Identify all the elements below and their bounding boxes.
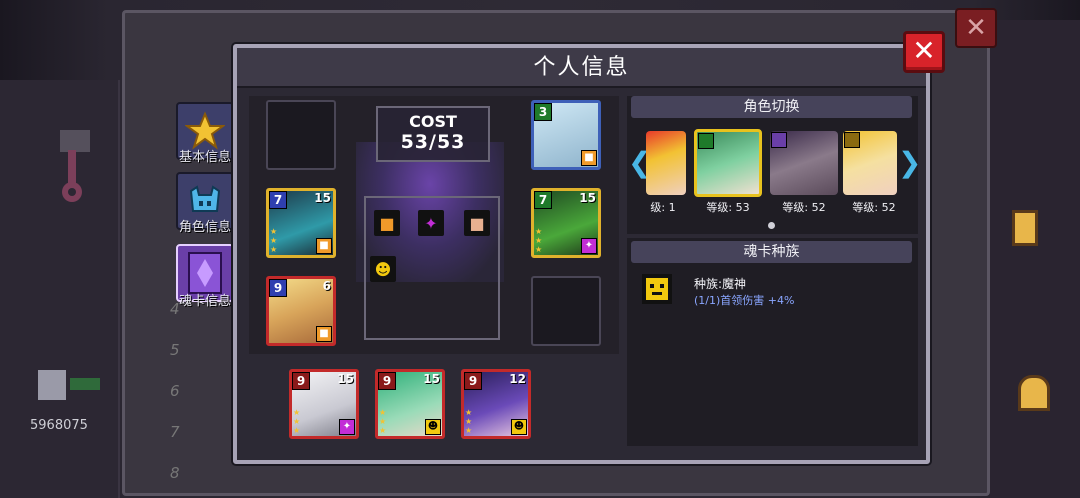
house-window <box>1012 210 1038 246</box>
leaf-icon <box>698 133 714 149</box>
role-switch-title: 角色切换 <box>631 96 912 118</box>
race-purple-icon: ✦ <box>581 238 597 254</box>
character-level-label: 级: 1 <box>650 201 676 214</box>
card-power: 15 <box>337 372 354 386</box>
player-sprite <box>30 360 110 410</box>
green-hair-card[interactable]: 9 15 ★ ★ ★ ☻ <box>375 369 445 439</box>
card-power: 12 <box>509 372 526 386</box>
cost-value: 53/53 <box>400 131 466 153</box>
demon-god-icon <box>642 274 672 304</box>
void-purple-icon: ✦ <box>418 210 444 236</box>
race-bonus: (1/1)首领伤害 +4% <box>694 294 795 307</box>
white-hair-card[interactable]: 9 15 ★ ★ ★ ✦ <box>289 369 359 439</box>
card-power: 6 <box>322 279 331 293</box>
race-yellow-icon: ☻ <box>511 419 527 435</box>
race-name: 种族:魔神 <box>694 277 747 291</box>
character-portrait-selected[interactable] <box>694 129 762 197</box>
card-stars: ★ ★ ★ <box>465 408 473 435</box>
card-stars: ★ ★ ★ <box>270 227 278 254</box>
card-cost: 9 <box>464 372 482 390</box>
background-house-right <box>990 20 1080 498</box>
character-portrait[interactable] <box>770 131 838 195</box>
character-level-label: 等级: 52 <box>852 201 896 214</box>
close-button[interactable]: ✕ <box>903 31 945 73</box>
card-cost: 3 <box>534 103 552 121</box>
dark-mage-card[interactable]: 7 15 ★ ★ ★ ■ <box>266 188 336 258</box>
card-cost: 9 <box>292 372 310 390</box>
purple-hair-card[interactable]: 9 12 ★ ★ ★ ☻ <box>461 369 531 439</box>
ice-yeti-card[interactable]: 3 ■ <box>531 100 601 170</box>
moon-icon <box>771 132 787 148</box>
empty-card-slot[interactable] <box>531 276 601 346</box>
card-stars: ★ ★ ★ <box>379 408 387 435</box>
chevron-right-icon[interactable]: ❯ <box>898 146 921 179</box>
character-portrait[interactable] <box>646 131 686 195</box>
human-skin-icon: ■ <box>464 210 490 236</box>
race-yellow-icon: ☻ <box>425 419 441 435</box>
empty-card-slot[interactable] <box>266 100 336 170</box>
race-orange-icon: ■ <box>316 238 332 254</box>
rank-number: 8 <box>170 464 180 482</box>
background-close-button[interactable]: ✕ <box>955 8 997 48</box>
background-rank-rows: 4 5 6 7 8 <box>170 300 210 498</box>
character-level-label: 等级: 53 <box>706 201 750 214</box>
card-cost: 9 <box>378 372 396 390</box>
rank-number: 5 <box>170 341 180 359</box>
player-score: 5968075 <box>30 418 88 433</box>
race-orange-icon: ■ <box>581 150 597 166</box>
key-icon <box>50 130 100 210</box>
card-power: 15 <box>314 191 331 205</box>
character-level-label: 等级: 52 <box>782 201 826 214</box>
card-power: 15 <box>579 191 596 205</box>
rank-number: 7 <box>170 423 180 441</box>
card-power: 15 <box>423 372 440 386</box>
card-cost: 7 <box>534 191 552 209</box>
race-panel-title: 魂卡种族 <box>631 241 912 263</box>
soul-card-race-panel <box>627 238 918 446</box>
character-portrait[interactable] <box>843 131 897 195</box>
race-purple-icon: ✦ <box>339 419 355 435</box>
forest-beast-card[interactable]: 7 15 ★ ★ ★ ✦ <box>531 188 601 258</box>
cost-box: COST 53/53 <box>376 106 490 162</box>
demon-god-yellow-icon: ☻ <box>370 256 396 282</box>
card-stars: ★ ★ ★ <box>535 227 543 254</box>
page-indicator-dot <box>768 222 775 229</box>
blonde-warrior-card[interactable]: 9 6 ■ <box>266 276 336 346</box>
card-stars: ★ ★ ★ <box>293 408 301 435</box>
race-orange-icon: ■ <box>316 326 332 342</box>
house-window <box>1018 375 1050 411</box>
cost-label: COST <box>409 112 457 131</box>
dialog-title: 个人信息 <box>237 48 926 88</box>
card-cost: 7 <box>269 191 287 209</box>
crown-icon <box>844 132 860 148</box>
card-cost: 9 <box>269 279 287 297</box>
demon-orange-icon: ■ <box>374 210 400 236</box>
rank-number: 6 <box>170 382 180 400</box>
